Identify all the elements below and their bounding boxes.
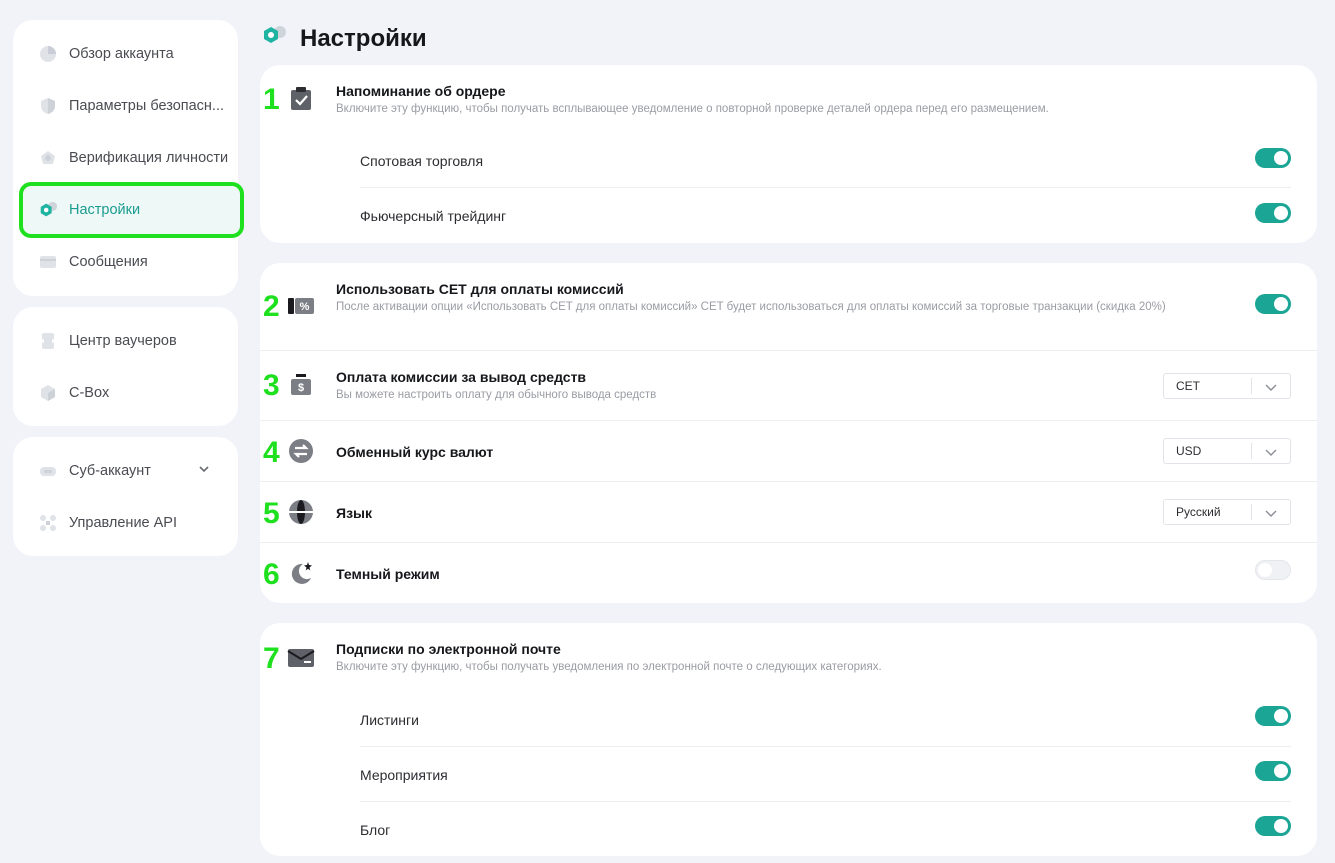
svg-text:$: $ <box>298 382 304 394</box>
api-icon <box>38 513 58 533</box>
listings-label: Листинги <box>360 712 419 728</box>
sidebar-item-messages[interactable]: Сообщения <box>13 236 238 288</box>
moon-star-icon <box>287 559 315 587</box>
pie-chart-icon <box>38 44 58 64</box>
page-header: Настройки <box>260 24 427 53</box>
step-number: 3 <box>263 369 280 402</box>
step-number: 4 <box>263 436 280 469</box>
select-separator <box>1251 443 1252 459</box>
chevron-down-icon[interactable] <box>198 463 210 479</box>
step-number: 7 <box>263 642 280 675</box>
email-subs-title: Подписки по электронной почте <box>336 641 561 657</box>
divider <box>260 420 1317 421</box>
events-toggle[interactable] <box>1255 761 1291 781</box>
sidebar-item-label: Управление API <box>69 515 178 531</box>
settings-hex-icon <box>260 24 288 53</box>
divider <box>260 350 1317 351</box>
cet-fee-toggle[interactable] <box>1255 294 1291 314</box>
sidebar-item-label: Центр ваучеров <box>69 333 177 349</box>
spot-trading-toggle[interactable] <box>1255 148 1291 168</box>
dark-mode-toggle[interactable] <box>1255 560 1291 580</box>
cet-fee-description: После активации опции «Использовать CET … <box>336 301 1166 313</box>
id-badge-icon <box>38 148 58 168</box>
withdraw-fee-description: Вы можете настроить оплату для обычного … <box>336 389 657 401</box>
message-icon <box>38 252 58 272</box>
futures-trading-toggle[interactable] <box>1255 203 1291 223</box>
withdraw-fee-value: CET <box>1176 379 1200 393</box>
step-number: 6 <box>263 558 280 591</box>
sidebar-item-label: Верификация личности <box>69 150 229 166</box>
order-reminder-card: 1 Напоминание об ордере Включите эту фун… <box>260 65 1317 243</box>
divider <box>260 481 1317 482</box>
select-separator <box>1251 504 1252 520</box>
sidebar-item-api[interactable]: Управление API <box>13 497 238 549</box>
svg-text:%: % <box>300 301 310 313</box>
blog-toggle[interactable] <box>1255 816 1291 836</box>
page-title: Настройки <box>300 24 427 52</box>
clipboard-check-icon <box>287 85 315 113</box>
language-title: Язык <box>336 505 372 521</box>
settings-hex-icon <box>38 200 58 220</box>
sidebar-item-vouchers[interactable]: Центр ваучеров <box>13 315 238 367</box>
sidebar-item-settings[interactable]: Настройки <box>19 182 244 238</box>
sidebar-item-verification[interactable]: Верификация личности <box>13 132 238 184</box>
spot-trading-label: Спотовая торговля <box>360 153 484 169</box>
blog-label: Блог <box>360 822 391 838</box>
ticket-percent-icon: % <box>287 292 315 320</box>
dark-mode-title: Темный режим <box>336 566 440 582</box>
sidebar-item-security[interactable]: Параметры безопасн... <box>13 80 238 132</box>
withdraw-fee-select[interactable]: CET <box>1163 373 1291 399</box>
sidebar-item-cbox[interactable]: C-Box <box>13 367 238 419</box>
sidebar-card-account: Обзор аккаунта Параметры безопасн... Вер… <box>13 20 244 296</box>
listings-toggle[interactable] <box>1255 706 1291 726</box>
voucher-icon <box>38 331 58 351</box>
order-reminder-description: Включите эту функцию, чтобы получать всп… <box>336 103 1049 115</box>
step-number: 5 <box>263 497 280 530</box>
sidebar-item-label: Обзор аккаунта <box>69 46 174 62</box>
sidebar-item-sub-account[interactable]: Суб-аккаунт <box>13 445 238 497</box>
chevron-down-icon <box>1265 381 1277 395</box>
general-settings-card: 2 % Использовать CET для оплаты комиссий… <box>260 263 1317 603</box>
sidebar-card-rewards: Центр ваучеров C-Box <box>13 307 238 426</box>
step-number: 1 <box>263 83 280 116</box>
withdraw-fee-title: Оплата комиссии за вывод средств <box>336 369 587 385</box>
email-subscriptions-card: 7 Подписки по электронной почте Включите… <box>260 623 1317 856</box>
divider <box>360 801 1291 802</box>
futures-trading-label: Фьючерсный трейдинг <box>360 208 507 224</box>
cet-fee-title: Использовать CET для оплаты комиссий <box>336 281 624 297</box>
box-icon <box>38 383 58 403</box>
order-reminder-title: Напоминание об ордере <box>336 83 506 99</box>
shield-icon <box>38 96 58 116</box>
sidebar-item-label: Суб-аккаунт <box>69 463 151 479</box>
step-number: 2 <box>263 290 280 323</box>
events-label: Мероприятия <box>360 767 448 783</box>
exchange-arrows-icon <box>287 437 315 465</box>
language-select[interactable]: Русский <box>1163 499 1291 525</box>
sidebar-item-label: Сообщения <box>69 254 148 270</box>
exchange-rate-title: Обменный курс валют <box>336 444 494 460</box>
email-subs-description: Включите эту функцию, чтобы получать уве… <box>336 661 882 673</box>
globe-icon <box>287 498 315 526</box>
envelope-icon <box>287 644 315 672</box>
chevron-down-icon <box>1265 446 1277 460</box>
cash-dollar-icon: $ <box>287 371 315 399</box>
divider <box>360 746 1291 747</box>
sidebar-card-advanced: Суб-аккаунт Управление API <box>13 437 238 556</box>
divider <box>260 542 1317 543</box>
sidebar-item-label: Настройки <box>69 202 141 218</box>
sidebar-item-overview[interactable]: Обзор аккаунта <box>13 28 238 80</box>
chevron-down-icon <box>1265 507 1277 521</box>
sub-account-icon <box>38 461 58 481</box>
select-separator <box>1251 378 1252 394</box>
sidebar-item-label: Параметры безопасн... <box>69 98 225 114</box>
language-value: Русский <box>1176 505 1221 519</box>
divider <box>360 187 1291 188</box>
exchange-rate-select[interactable]: USD <box>1163 438 1291 464</box>
sidebar-item-label: C-Box <box>69 385 110 401</box>
exchange-rate-value: USD <box>1176 444 1202 458</box>
